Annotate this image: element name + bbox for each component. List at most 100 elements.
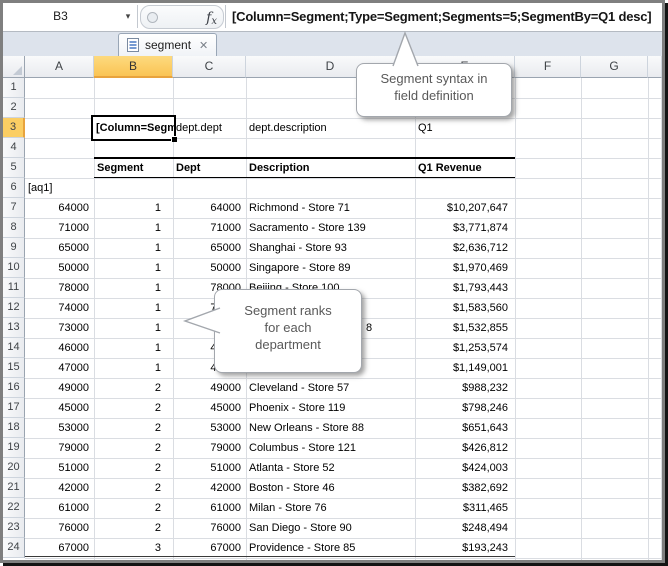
cell-E15[interactable]: $1,149,001 bbox=[415, 358, 508, 378]
cell-E19[interactable]: $426,812 bbox=[415, 438, 508, 458]
cell-B5[interactable]: Segment bbox=[97, 158, 143, 178]
cell-C16[interactable]: 49000 bbox=[173, 378, 241, 398]
cell-C23[interactable]: 76000 bbox=[173, 518, 241, 538]
cell-C9[interactable]: 65000 bbox=[173, 238, 241, 258]
cell-E24[interactable]: $193,243 bbox=[415, 538, 508, 558]
cell-E16[interactable]: $988,232 bbox=[415, 378, 508, 398]
row-header-2[interactable]: 2 bbox=[3, 98, 25, 118]
cell-A8[interactable]: 71000 bbox=[25, 218, 89, 238]
name-box-dropdown-icon[interactable]: ▾ bbox=[119, 3, 137, 30]
cell-B12[interactable]: 1 bbox=[94, 298, 161, 318]
cell-C21[interactable]: 42000 bbox=[173, 478, 241, 498]
cell-B20[interactable]: 2 bbox=[94, 458, 161, 478]
cell-A7[interactable]: 64000 bbox=[25, 198, 89, 218]
cell-E5[interactable]: Q1 Revenue bbox=[418, 158, 482, 178]
name-box[interactable]: B3 bbox=[3, 3, 118, 30]
cell-B16[interactable]: 2 bbox=[94, 378, 161, 398]
cell-C20[interactable]: 51000 bbox=[173, 458, 241, 478]
cell-E8[interactable]: $3,771,874 bbox=[415, 218, 508, 238]
cell-A9[interactable]: 65000 bbox=[25, 238, 89, 258]
cell-C19[interactable]: 79000 bbox=[173, 438, 241, 458]
cell-A18[interactable]: 53000 bbox=[25, 418, 89, 438]
cell-B10[interactable]: 1 bbox=[94, 258, 161, 278]
close-tab-icon[interactable]: ✕ bbox=[197, 39, 208, 52]
cell-B7[interactable]: 1 bbox=[94, 198, 161, 218]
row-header-8[interactable]: 8 bbox=[3, 218, 25, 238]
cell-C18[interactable]: 53000 bbox=[173, 418, 241, 438]
row-header-22[interactable]: 22 bbox=[3, 498, 25, 518]
row-header-12[interactable]: 12 bbox=[3, 298, 25, 318]
column-header-C[interactable]: C bbox=[173, 56, 246, 78]
cell-A21[interactable]: 42000 bbox=[25, 478, 89, 498]
cell-C3[interactable]: dept.dept bbox=[176, 118, 222, 138]
cell-C17[interactable]: 45000 bbox=[173, 398, 241, 418]
cell-B22[interactable]: 2 bbox=[94, 498, 161, 518]
cell-D18[interactable]: New Orleans - Store 88 bbox=[249, 418, 413, 438]
row-header-10[interactable]: 10 bbox=[3, 258, 25, 278]
column-header-G[interactable]: G bbox=[581, 56, 648, 78]
row-header-15[interactable]: 15 bbox=[3, 358, 25, 378]
row-header-24[interactable]: 24 bbox=[3, 538, 25, 558]
cell-A10[interactable]: 50000 bbox=[25, 258, 89, 278]
cell-D17[interactable]: Phoenix - Store 119 bbox=[249, 398, 413, 418]
cell-C7[interactable]: 64000 bbox=[173, 198, 241, 218]
cell-B23[interactable]: 2 bbox=[94, 518, 161, 538]
cell-E10[interactable]: $1,970,469 bbox=[415, 258, 508, 278]
cell-A24[interactable]: 67000 bbox=[25, 538, 89, 558]
cell-E21[interactable]: $382,692 bbox=[415, 478, 508, 498]
cell-D10[interactable]: Singapore - Store 89 bbox=[249, 258, 413, 278]
row-header-7[interactable]: 7 bbox=[3, 198, 25, 218]
row-header-14[interactable]: 14 bbox=[3, 338, 25, 358]
row-header-18[interactable]: 18 bbox=[3, 418, 25, 438]
cell-B13[interactable]: 1 bbox=[94, 318, 161, 338]
cell-D20[interactable]: Atlanta - Store 52 bbox=[249, 458, 413, 478]
formula-input[interactable]: [Column=Segment;Type=Segment;Segments=5;… bbox=[232, 3, 660, 30]
cell-A19[interactable]: 79000 bbox=[25, 438, 89, 458]
cell-D21[interactable]: Boston - Store 46 bbox=[249, 478, 413, 498]
cell-D19[interactable]: Columbus - Store 121 bbox=[249, 438, 413, 458]
cell-D5[interactable]: Description bbox=[249, 158, 310, 178]
cell-C10[interactable]: 50000 bbox=[173, 258, 241, 278]
cell-E14[interactable]: $1,253,574 bbox=[415, 338, 508, 358]
cell-D22[interactable]: Milan - Store 76 bbox=[249, 498, 413, 518]
cell-E9[interactable]: $2,636,712 bbox=[415, 238, 508, 258]
cell-D7[interactable]: Richmond - Store 71 bbox=[249, 198, 413, 218]
cell-B24[interactable]: 3 bbox=[94, 538, 161, 558]
cell-A22[interactable]: 61000 bbox=[25, 498, 89, 518]
cell-A14[interactable]: 46000 bbox=[25, 338, 89, 358]
cell-A11[interactable]: 78000 bbox=[25, 278, 89, 298]
column-header-B[interactable]: B bbox=[94, 56, 173, 78]
selected-cell-B3[interactable]: [Column=Segment;Type=Segment;Segments=5;… bbox=[91, 115, 176, 141]
cell-D3[interactable]: dept.description bbox=[249, 118, 327, 138]
cell-B17[interactable]: 2 bbox=[94, 398, 161, 418]
cell-A17[interactable]: 45000 bbox=[25, 398, 89, 418]
cell-A13[interactable]: 73000 bbox=[25, 318, 89, 338]
cell-A16[interactable]: 49000 bbox=[25, 378, 89, 398]
cell-B11[interactable]: 1 bbox=[94, 278, 161, 298]
cell-E7[interactable]: $10,207,647 bbox=[415, 198, 508, 218]
row-header-5[interactable]: 5 bbox=[3, 158, 25, 178]
cell-E11[interactable]: $1,793,443 bbox=[415, 278, 508, 298]
sheet-tab-segment[interactable]: segment ✕ bbox=[118, 33, 217, 56]
row-header-9[interactable]: 9 bbox=[3, 238, 25, 258]
cell-A6[interactable]: [aq1] bbox=[28, 178, 52, 198]
cell-C5[interactable]: Dept bbox=[176, 158, 200, 178]
column-header-A[interactable]: A bbox=[25, 56, 94, 78]
cell-E23[interactable]: $248,494 bbox=[415, 518, 508, 538]
row-header-6[interactable]: 6 bbox=[3, 178, 25, 198]
row-header-16[interactable]: 16 bbox=[3, 378, 25, 398]
cell-B15[interactable]: 1 bbox=[94, 358, 161, 378]
cell-D23[interactable]: San Diego - Store 90 bbox=[249, 518, 413, 538]
cell-D9[interactable]: Shanghai - Store 93 bbox=[249, 238, 413, 258]
cell-E13[interactable]: $1,532,855 bbox=[415, 318, 508, 338]
fill-handle[interactable] bbox=[171, 136, 177, 142]
row-header-3[interactable]: 3 bbox=[3, 118, 25, 138]
cell-E22[interactable]: $311,465 bbox=[415, 498, 508, 518]
cell-E17[interactable]: $798,246 bbox=[415, 398, 508, 418]
cell-D8[interactable]: Sacramento - Store 139 bbox=[249, 218, 413, 238]
row-header-23[interactable]: 23 bbox=[3, 518, 25, 538]
cell-E12[interactable]: $1,583,560 bbox=[415, 298, 508, 318]
cell-E18[interactable]: $651,643 bbox=[415, 418, 508, 438]
column-header-F[interactable]: F bbox=[515, 56, 581, 78]
row-header-20[interactable]: 20 bbox=[3, 458, 25, 478]
